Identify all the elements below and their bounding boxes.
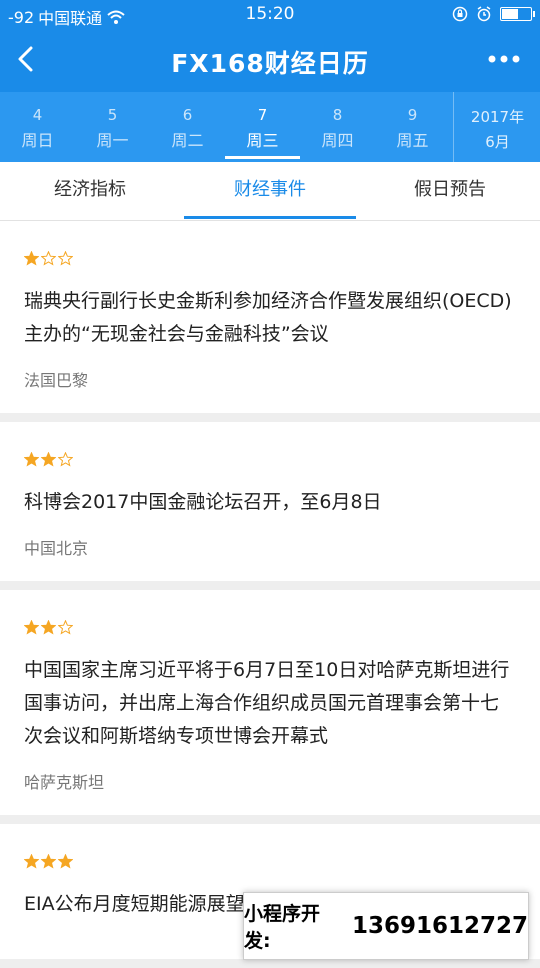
event-location: 中国北京: [24, 539, 89, 558]
tab-economic-indicators[interactable]: 经济指标: [0, 162, 180, 220]
date-item-5[interactable]: 5 周一: [75, 92, 150, 162]
star-outline-icon: [58, 251, 73, 266]
event-title: 科博会2017中国金融论坛召开，至6月8日: [24, 491, 382, 513]
date-number: 7: [257, 106, 268, 124]
category-tabs: 经济指标 财经事件 假日预告: [0, 162, 540, 221]
event-location: 哈萨克斯坦: [24, 773, 105, 792]
date-number: 4: [32, 106, 43, 124]
importance-stars: [24, 251, 516, 269]
date-number: 6: [182, 106, 193, 124]
status-bar: -92 中国联通 15:20: [0, 0, 540, 30]
date-item-7-selected[interactable]: 7 周三: [225, 92, 300, 162]
page-title: FX168财经日历: [171, 49, 369, 78]
importance-stars: [24, 452, 516, 470]
promo-label: 小程序开发:: [244, 903, 321, 952]
month-picker[interactable]: 2017年 6月: [453, 92, 540, 162]
tab-label: 经济指标: [54, 179, 126, 200]
event-card[interactable]: 瑞典央行副行长史金斯利参加经济合作暨发展组织(OECD)主办的“无现金社会与金融…: [0, 221, 540, 413]
date-weekday: 周四: [321, 131, 354, 150]
orientation-lock-icon: [452, 6, 468, 22]
star-filled-icon: [24, 452, 39, 467]
tab-label: 财经事件: [184, 163, 356, 219]
date-weekday: 周五: [396, 131, 429, 150]
star-filled-icon: [41, 620, 56, 635]
star-filled-icon: [58, 854, 73, 869]
star-filled-icon: [41, 854, 56, 869]
date-item-8[interactable]: 8 周四: [300, 92, 375, 162]
date-weekday: 周三: [246, 131, 279, 150]
date-strip: 4 周日 5 周一 6 周二 7 周三 8 周四 9 周五 2017年 6月: [0, 92, 540, 162]
star-outline-icon: [58, 452, 73, 467]
date-item-6[interactable]: 6 周二: [150, 92, 225, 162]
promo-banner[interactable]: 小程序开发: 13691612727: [243, 892, 529, 960]
alarm-icon: [477, 6, 491, 22]
date-number: 5: [107, 106, 118, 124]
importance-stars: [24, 854, 516, 872]
date-item-9[interactable]: 9 周五: [375, 92, 450, 162]
status-right: [452, 6, 535, 22]
month-picker-year: 2017年: [470, 108, 525, 126]
star-outline-icon: [58, 620, 73, 635]
date-weekday: 周二: [171, 131, 204, 150]
star-filled-icon: [24, 854, 39, 869]
date-number: 9: [407, 106, 418, 124]
nav-bar: FX168财经日历: [0, 30, 540, 92]
top-bar: -92 中国联通 15:20 FX168财经日历: [0, 0, 540, 92]
tab-holiday-notice[interactable]: 假日预告: [360, 162, 540, 220]
tab-financial-events[interactable]: 财经事件: [180, 162, 360, 220]
month-picker-month: 6月: [485, 133, 510, 151]
date-weekday: 周日: [21, 131, 54, 150]
importance-stars: [24, 620, 516, 638]
date-item-4[interactable]: 4 周日: [0, 92, 75, 162]
star-filled-icon: [24, 251, 39, 266]
battery-icon: [500, 7, 535, 21]
date-number: 8: [332, 106, 343, 124]
date-weekday: 周一: [96, 131, 129, 150]
event-list: 瑞典央行副行长史金斯利参加经济合作暨发展组织(OECD)主办的“无现金社会与金融…: [0, 221, 540, 968]
star-outline-icon: [41, 251, 56, 266]
event-location: 法国巴黎: [24, 371, 89, 390]
star-filled-icon: [24, 620, 39, 635]
promo-phone: 13691612727: [351, 913, 528, 939]
event-card[interactable]: 科博会2017中国金融论坛召开，至6月8日 中国北京: [0, 422, 540, 581]
more-dots-icon[interactable]: [486, 44, 522, 74]
event-title: 瑞典央行副行长史金斯利参加经济合作暨发展组织(OECD)主办的“无现金社会与金融…: [24, 290, 512, 345]
event-card[interactable]: 中国国家主席习近平将于6月7日至10日对哈萨克斯坦进行国事访问，并出席上海合作组…: [0, 590, 540, 815]
event-title: 中国国家主席习近平将于6月7日至10日对哈萨克斯坦进行国事访问，并出席上海合作组…: [24, 659, 510, 747]
star-filled-icon: [41, 452, 56, 467]
tab-label: 假日预告: [414, 179, 486, 200]
